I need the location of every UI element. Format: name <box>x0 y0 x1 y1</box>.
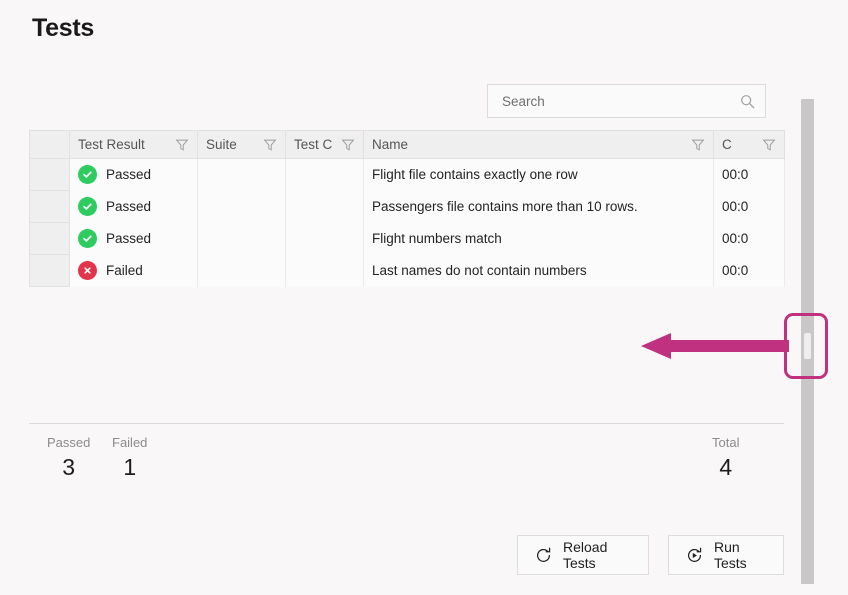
check-circle-icon <box>78 165 97 185</box>
cell-test-class <box>285 190 364 223</box>
cell-duration: 00:0 <box>713 222 785 255</box>
cell-suite <box>197 190 286 223</box>
cell-duration: 00:0 <box>713 158 785 191</box>
annotation-highlight-box <box>784 313 828 379</box>
stat-passed-value: 3 <box>62 454 76 480</box>
filter-icon[interactable] <box>175 138 189 152</box>
filter-icon[interactable] <box>762 138 776 152</box>
x-circle-icon <box>78 261 97 280</box>
cell-test-class <box>285 222 364 255</box>
cell-suite <box>197 158 286 191</box>
filter-icon[interactable] <box>691 138 705 152</box>
stat-passed-label: Passed <box>47 435 91 450</box>
filter-icon[interactable] <box>263 138 277 152</box>
table-header-row: Test Result Suite Test C Name C <box>29 130 785 159</box>
column-header-test-result[interactable]: Test Result <box>69 130 198 159</box>
stat-total: Total 4 <box>712 435 739 481</box>
column-header-label: Test Result <box>78 137 145 152</box>
row-select-cell[interactable] <box>29 222 70 255</box>
cell-name: Passengers file contains more than 10 ro… <box>363 190 714 223</box>
table-row[interactable]: Failed Last names do not contain numbers… <box>29 254 785 287</box>
filter-icon[interactable] <box>341 138 355 152</box>
column-header-suite[interactable]: Suite <box>197 130 286 159</box>
stat-failed-value: 1 <box>123 454 137 480</box>
table-row[interactable]: Passed Flight numbers match 00:0 <box>29 222 785 255</box>
table-row[interactable]: Passed Passengers file contains more tha… <box>29 190 785 223</box>
summary-divider <box>29 423 784 424</box>
stat-failed-label: Failed <box>112 435 148 450</box>
tests-table[interactable]: Test Result Suite Test C Name C Passed F… <box>29 130 785 287</box>
column-header-label: Test C <box>294 137 333 152</box>
column-header-label: Suite <box>206 137 237 152</box>
cell-test-class <box>285 254 364 287</box>
column-header-name[interactable]: Name <box>363 130 714 159</box>
cell-duration: 00:0 <box>713 190 785 223</box>
status-label: Passed <box>106 231 152 246</box>
column-header-test-class[interactable]: Test C <box>285 130 364 159</box>
run-tests-label: Run Tests <box>714 539 747 571</box>
row-select-cell[interactable] <box>29 190 70 223</box>
cell-test-result: Failed <box>69 254 198 287</box>
row-select-cell[interactable] <box>29 254 70 287</box>
cell-test-result: Passed <box>69 158 198 191</box>
stat-failed: Failed 1 <box>112 435 147 481</box>
stat-total-value: 4 <box>719 454 733 480</box>
cell-name: Flight numbers match <box>363 222 714 255</box>
column-header-select[interactable] <box>29 130 70 159</box>
status-label: Passed <box>106 167 152 183</box>
cell-test-result: Passed <box>69 190 198 223</box>
refresh-icon <box>534 546 553 565</box>
status-label: Failed <box>106 263 143 278</box>
reload-tests-button[interactable]: Reload Tests <box>517 535 649 575</box>
cell-name: Flight file contains exactly one row <box>363 158 714 191</box>
column-header-duration[interactable]: C <box>713 130 785 159</box>
search-box[interactable] <box>487 84 766 118</box>
stat-passed: Passed 3 <box>47 435 90 481</box>
reload-tests-label: Reload Tests <box>563 539 608 571</box>
page-title: Tests <box>32 14 94 42</box>
column-header-label: C <box>722 137 732 152</box>
play-circle-icon <box>685 546 704 565</box>
annotation-arrow <box>641 333 789 359</box>
cell-suite <box>197 222 286 255</box>
column-header-label: Name <box>372 137 409 152</box>
row-select-cell[interactable] <box>29 158 70 191</box>
cell-duration: 00:0 <box>713 254 785 287</box>
cell-suite <box>197 254 286 287</box>
table-row[interactable]: Passed Flight file contains exactly one … <box>29 158 785 191</box>
run-tests-button[interactable]: Run Tests <box>668 535 784 575</box>
check-circle-icon <box>78 229 97 248</box>
search-icon[interactable] <box>740 94 755 109</box>
cell-test-result: Passed <box>69 222 198 255</box>
cell-name: Last names do not contain numbers <box>363 254 714 287</box>
search-input[interactable] <box>500 92 740 110</box>
check-circle-icon <box>78 197 97 216</box>
stat-total-label: Total <box>712 435 740 450</box>
status-label: Passed <box>106 199 152 214</box>
cell-test-class <box>285 158 364 191</box>
